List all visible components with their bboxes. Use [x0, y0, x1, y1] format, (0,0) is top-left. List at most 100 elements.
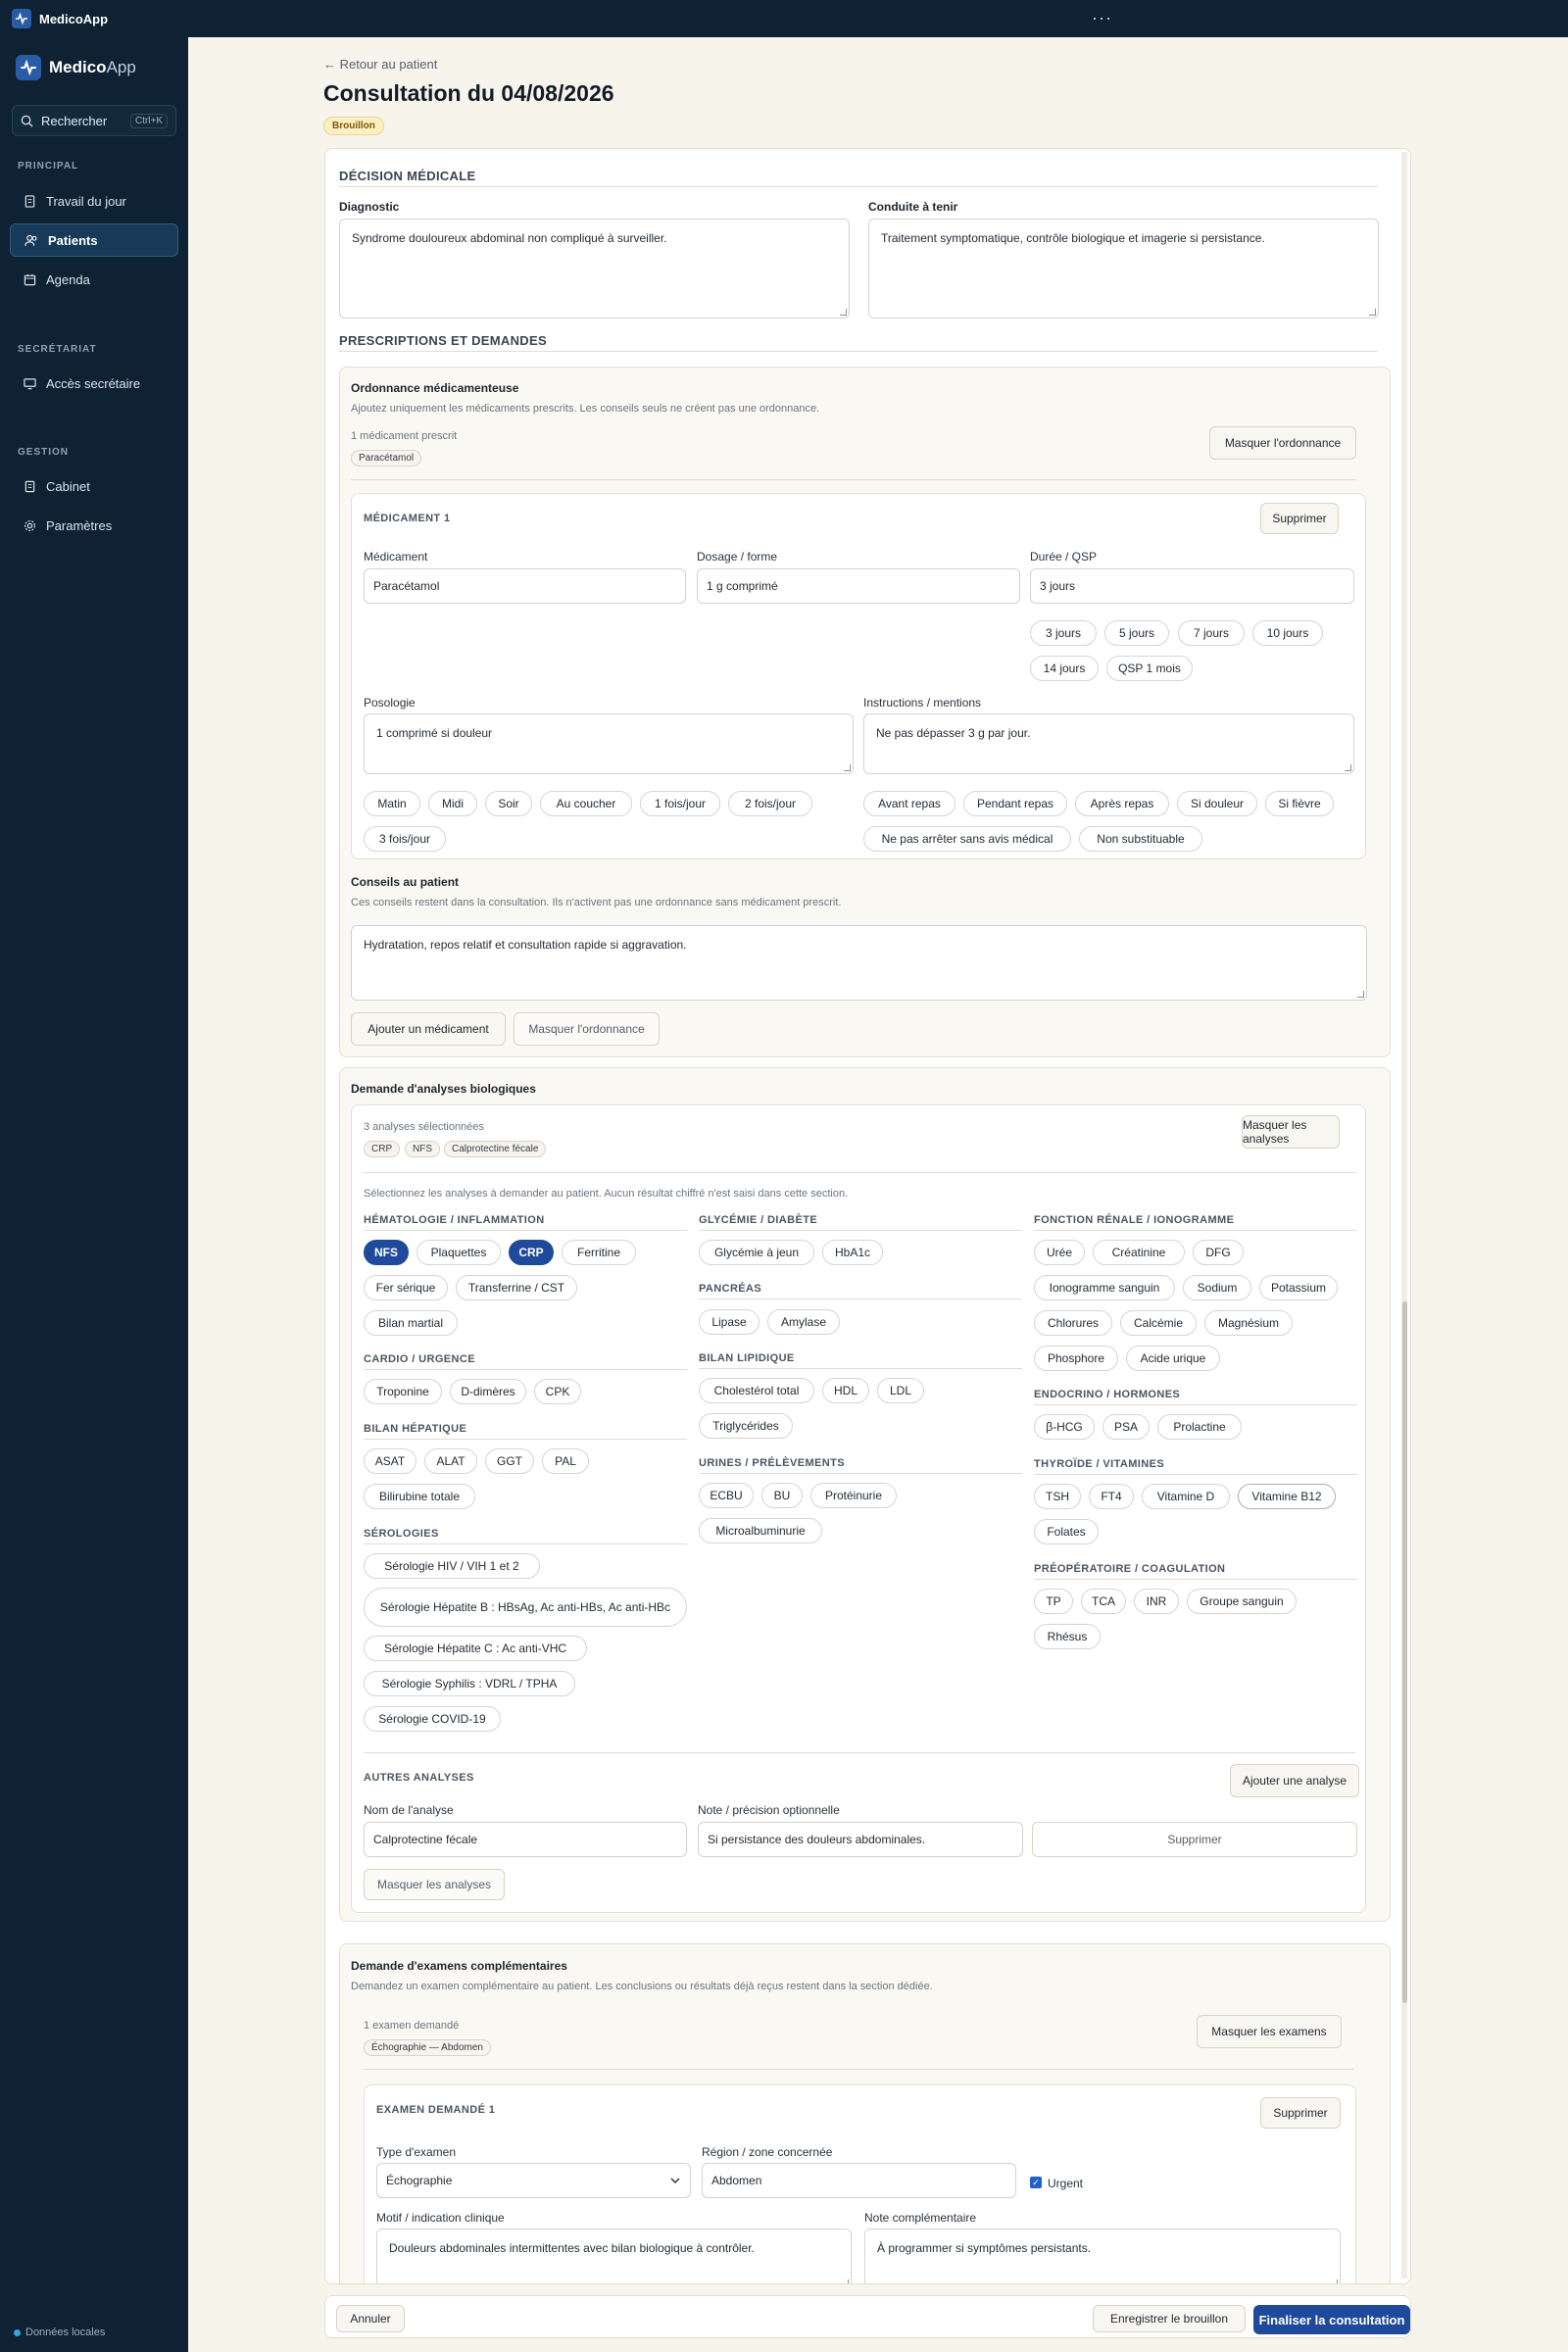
instruction-chip[interactable]: Si fièvre — [1265, 791, 1334, 816]
analysis-chip[interactable]: D-dimères — [450, 1379, 526, 1404]
analysis-chip[interactable]: Folates — [1034, 1519, 1099, 1544]
analysis-chip[interactable]: ASAT — [364, 1448, 416, 1474]
hide-exams-button[interactable]: Masquer les examens — [1197, 2015, 1342, 2048]
analysis-chip[interactable]: LDL — [877, 1378, 924, 1403]
duration-chip[interactable]: 10 jours — [1252, 620, 1323, 646]
brand[interactable]: Medico App — [16, 55, 136, 80]
posologie-chip[interactable]: Au coucher — [540, 791, 632, 816]
sidebar-item-parametres[interactable]: Paramètres — [10, 509, 178, 542]
sidebar-search[interactable]: Rechercher Ctrl+K — [12, 105, 176, 136]
analysis-chip[interactable]: TP — [1034, 1589, 1073, 1614]
finalize-button[interactable]: Finaliser la consultation — [1253, 2305, 1410, 2334]
exam-motif-field[interactable]: Douleurs abdominales intermittentes avec… — [376, 2229, 852, 2283]
hide-analyses-bottom-button[interactable]: Masquer les analyses — [364, 1869, 505, 1900]
analysis-chip[interactable]: Vitamine B12 — [1238, 1484, 1336, 1509]
exam-region-input[interactable]: Abdomen — [702, 2163, 1016, 2198]
analysis-chip[interactable]: Potassium — [1259, 1275, 1338, 1300]
analysis-chip[interactable]: Sérologie COVID-19 — [364, 1706, 501, 1732]
analysis-chip[interactable]: Prolactine — [1157, 1414, 1242, 1440]
analysis-chip[interactable]: Cholestérol total — [699, 1378, 814, 1403]
analysis-chip[interactable]: Chlorures — [1034, 1310, 1112, 1336]
hide-analyses-button[interactable]: Masquer les analyses — [1242, 1115, 1340, 1149]
analysis-chip[interactable]: HDL — [822, 1378, 869, 1403]
duration-chip[interactable]: QSP 1 mois — [1106, 656, 1193, 681]
diagnostic-field[interactable]: Syndrome douloureux abdominal non compli… — [339, 219, 850, 318]
analysis-chip[interactable]: INR — [1134, 1589, 1179, 1614]
analysis-chip[interactable]: Calcémie — [1120, 1310, 1197, 1336]
analysis-chip[interactable]: TCA — [1081, 1589, 1126, 1614]
posologie-chip[interactable]: Midi — [428, 791, 477, 816]
window-menu-dots[interactable]: ··· — [1092, 8, 1112, 28]
delete-exam-button[interactable]: Supprimer — [1260, 2097, 1341, 2129]
analysis-chip[interactable]: Phosphore — [1034, 1346, 1118, 1371]
duration-input[interactable]: 3 jours — [1030, 568, 1354, 604]
analysis-chip[interactable]: FT4 — [1089, 1484, 1134, 1509]
analysis-chip[interactable]: Plaquettes — [416, 1240, 501, 1265]
hide-ordonnance-bottom-button[interactable]: Masquer l'ordonnance — [514, 1012, 660, 1046]
posologie-chip[interactable]: 1 fois/jour — [640, 791, 720, 816]
analysis-chip[interactable]: Fer sérique — [364, 1275, 448, 1300]
sidebar-item-agenda[interactable]: Agenda — [10, 263, 178, 296]
analysis-chip[interactable]: Rhésus — [1034, 1624, 1101, 1649]
instruction-chip[interactable]: Après repas — [1075, 791, 1169, 816]
analysis-chip[interactable]: Lipase — [699, 1309, 760, 1335]
analysis-chip[interactable]: ALAT — [424, 1448, 477, 1474]
analysis-chip[interactable]: Sérologie HIV / VIH 1 et 2 — [364, 1553, 540, 1579]
analysis-chip[interactable]: Vitamine D — [1142, 1484, 1230, 1509]
analysis-chip[interactable]: Groupe sanguin — [1187, 1589, 1297, 1614]
sidebar-item-travail[interactable]: Travail du jour — [10, 184, 178, 218]
analysis-chip[interactable]: GGT — [485, 1448, 534, 1474]
sidebar-item-secretaire[interactable]: Accès secrétaire — [10, 367, 178, 400]
posologie-chip[interactable]: Soir — [485, 791, 532, 816]
instruction-chip[interactable]: Si douleur — [1177, 791, 1257, 816]
delete-medication-button[interactable]: Supprimer — [1260, 503, 1339, 534]
analysis-chip[interactable]: Sérologie Hépatite C : Ac anti-VHC — [364, 1636, 587, 1661]
analysis-chip[interactable]: Triglycérides — [699, 1413, 793, 1439]
hide-ordonnance-button[interactable]: Masquer l'ordonnance — [1209, 426, 1356, 460]
analysis-chip[interactable]: DFG — [1193, 1240, 1244, 1265]
analysis-chip[interactable]: Amylase — [767, 1309, 840, 1335]
analysis-chip[interactable]: Ferritine — [562, 1240, 636, 1265]
posologie-chip[interactable]: 3 fois/jour — [364, 826, 446, 852]
other-note-input[interactable]: Si persistance des douleurs abdominales. — [698, 1822, 1023, 1857]
advice-field[interactable]: Hydratation, repos relatif et consultati… — [351, 925, 1367, 1001]
cancel-button[interactable]: Annuler — [336, 2305, 405, 2332]
dosage-input[interactable]: 1 g comprimé — [697, 568, 1020, 604]
duration-chip[interactable]: 3 jours — [1030, 620, 1097, 646]
analysis-chip[interactable]: Bilirubine totale — [364, 1484, 475, 1509]
add-medication-button[interactable]: Ajouter un médicament — [351, 1012, 506, 1046]
back-link[interactable]: ← Retour au patient — [323, 57, 437, 72]
analysis-chip[interactable]: Bilan martial — [364, 1310, 458, 1336]
posologie-chip[interactable]: Matin — [364, 791, 420, 816]
urgent-checkbox[interactable]: ✓ — [1030, 2177, 1042, 2188]
sidebar-item-cabinet[interactable]: Cabinet — [10, 469, 178, 503]
analysis-chip[interactable]: HbA1c — [822, 1240, 883, 1265]
analysis-chip[interactable]: Créatinine — [1093, 1240, 1185, 1265]
instruction-chip[interactable]: Pendant repas — [963, 791, 1067, 816]
analysis-chip-nfs[interactable]: NFS — [364, 1240, 409, 1265]
duration-chip[interactable]: 14 jours — [1030, 656, 1099, 681]
analysis-chip[interactable]: Transferrine / CST — [456, 1275, 577, 1300]
instruction-chip[interactable]: Ne pas arrêter sans avis médical — [863, 826, 1071, 852]
other-name-input[interactable]: Calprotectine fécale — [364, 1822, 687, 1857]
analysis-chip[interactable]: Acide urique — [1126, 1346, 1220, 1371]
analysis-chip[interactable]: β-HCG — [1034, 1414, 1095, 1440]
analysis-chip[interactable]: Sérologie Hépatite B : HBsAg, Ac anti-HB… — [364, 1588, 687, 1627]
instruction-chip[interactable]: Avant repas — [863, 791, 956, 816]
conduite-field[interactable]: Traitement symptomatique, contrôle biolo… — [868, 219, 1379, 318]
sidebar-item-patients[interactable]: Patients — [10, 223, 178, 257]
instruction-chip[interactable]: Non substituable — [1079, 826, 1202, 852]
save-draft-button[interactable]: Enregistrer le brouillon — [1093, 2305, 1246, 2332]
analysis-chip[interactable]: PAL — [542, 1448, 589, 1474]
panel-scrollbar-thumb[interactable] — [1402, 1301, 1407, 2003]
analysis-chip[interactable]: Protéinurie — [810, 1483, 897, 1508]
analysis-chip[interactable]: Magnésium — [1204, 1310, 1293, 1336]
instructions-field[interactable]: Ne pas dépasser 3 g par jour. — [863, 713, 1354, 774]
delete-other-analysis-button[interactable]: Supprimer — [1032, 1822, 1357, 1857]
duration-chip[interactable]: 5 jours — [1104, 620, 1169, 646]
analysis-chip[interactable]: Troponine — [364, 1379, 442, 1404]
analysis-chip[interactable]: Glycémie à jeun — [699, 1240, 814, 1265]
analysis-chip-crp[interactable]: CRP — [509, 1240, 554, 1265]
posologie-chip[interactable]: 2 fois/jour — [728, 791, 812, 816]
analysis-chip[interactable]: Urée — [1034, 1240, 1085, 1265]
